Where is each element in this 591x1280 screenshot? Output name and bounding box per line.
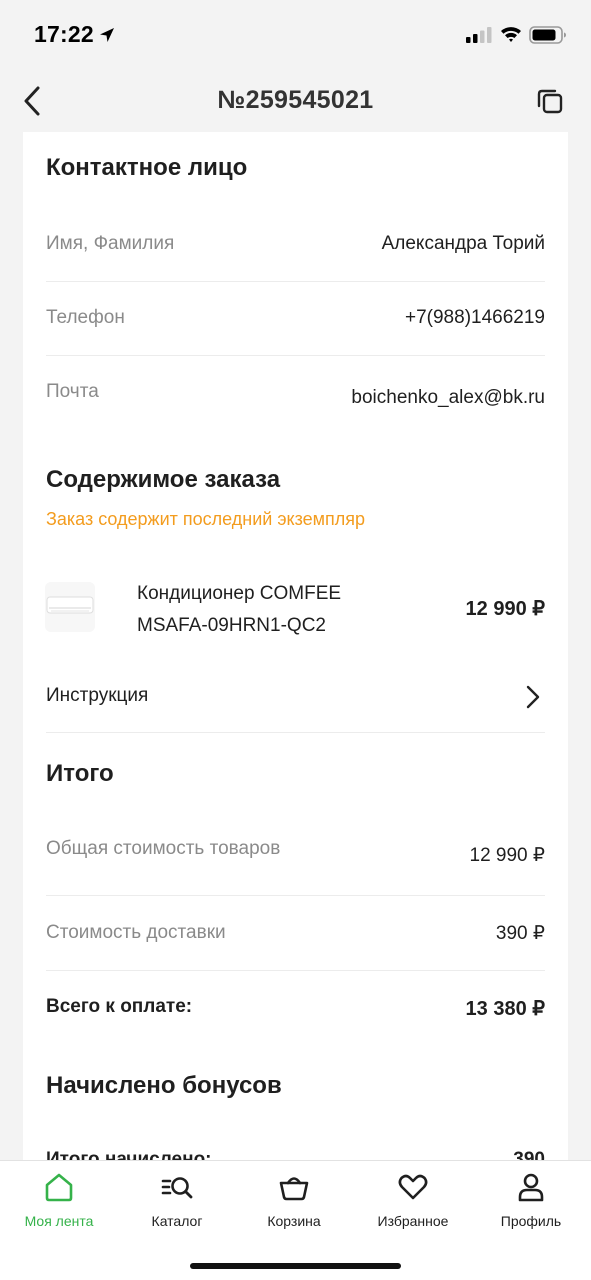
location-arrow-icon	[100, 28, 114, 42]
status-bar: 17:22	[0, 0, 591, 70]
row-value: Александра Торий	[381, 233, 545, 254]
instruction-link[interactable]: Инструкция	[46, 680, 545, 714]
row-value: +7(988)1466219	[405, 307, 545, 328]
tab-profile[interactable]: Профиль	[476, 1171, 586, 1237]
order-details-screen: 17:22 №259545021 Контактное лицо Имя, Фа…	[0, 0, 591, 1280]
tab-catalog[interactable]: Каталог	[122, 1171, 232, 1237]
contact-name-row: Имя, Фамилия Александра Торий	[46, 233, 545, 259]
product-name-line2: MSAFA-09HRN1-QC2	[137, 615, 326, 636]
goods-cost-row: Общая стоимость товаров 12 990 ₽	[46, 838, 545, 872]
divider	[46, 281, 545, 282]
row-label: Почта	[46, 381, 99, 402]
row-value: boichenko_alex@bk.ru	[351, 387, 545, 408]
totals-title: Итого	[46, 760, 114, 787]
home-indicator[interactable]	[190, 1263, 401, 1269]
row-label: Общая стоимость товаров	[46, 838, 281, 859]
tab-label: Моя лента	[24, 1213, 94, 1229]
order-details-card: Контактное лицо Имя, Фамилия Александра …	[23, 132, 568, 1172]
tab-my-feed[interactable]: Моя лента	[4, 1171, 114, 1237]
tab-label: Каталог	[151, 1213, 203, 1229]
home-icon	[45, 1173, 73, 1202]
row-label: Стоимость доставки	[46, 922, 226, 943]
wifi-icon	[501, 27, 521, 42]
status-time: 17:22	[34, 21, 94, 47]
order-number-title: №259545021	[217, 86, 374, 114]
divider	[46, 732, 545, 733]
chevron-right-icon	[526, 685, 540, 709]
row-label: Телефон	[46, 307, 125, 328]
tab-favorites[interactable]: Избранное	[358, 1171, 468, 1237]
bottom-tab-bar: Моя лента Каталог Корзина Избранное Проф…	[0, 1160, 591, 1280]
tab-label: Избранное	[377, 1213, 449, 1229]
divider	[46, 895, 545, 896]
product-name[interactable]: Кондиционер COMFEE MSAFA-09HRN1-QC2	[137, 578, 437, 642]
battery-icon	[529, 26, 566, 44]
basket-icon	[279, 1177, 309, 1201]
catalog-search-icon	[161, 1177, 193, 1199]
divider	[46, 970, 545, 971]
cellular-signal-icon	[466, 27, 492, 43]
bonuses-title: Начислено бонусов	[46, 1072, 282, 1099]
tab-cart[interactable]: Корзина	[239, 1171, 349, 1237]
last-item-warning: Заказ содержит последний экземпляр	[46, 509, 366, 529]
order-header: №259545021	[0, 70, 591, 132]
product-thumbnail[interactable]	[45, 582, 95, 632]
instruction-label: Инструкция	[46, 685, 149, 706]
copy-icon[interactable]	[535, 86, 565, 116]
total-value: 13 380 ₽	[465, 998, 545, 1020]
heart-icon	[398, 1174, 428, 1200]
profile-icon	[518, 1173, 544, 1202]
total-payment-row: Всего к оплате: 13 380 ₽	[46, 996, 545, 1022]
total-label: Всего к оплате:	[46, 996, 193, 1017]
order-contents-title: Содержимое заказа	[46, 466, 281, 493]
row-value: 390 ₽	[495, 923, 545, 944]
contact-section-title: Контактное лицо	[46, 154, 248, 181]
row-value: 12 990 ₽	[469, 845, 545, 866]
row-label: Имя, Фамилия	[46, 233, 175, 254]
contact-phone-row: Телефон +7(988)1466219	[46, 307, 545, 333]
product-price: 12 990 ₽	[465, 598, 545, 620]
delivery-cost-row: Стоимость доставки 390 ₽	[46, 922, 545, 948]
divider	[46, 355, 545, 356]
product-name-line1: Кондиционер COMFEE	[137, 583, 342, 604]
tab-label: Корзина	[267, 1213, 321, 1229]
contact-email-row: Почта boichenko_alex@bk.ru	[46, 381, 545, 415]
tab-label: Профиль	[500, 1213, 562, 1229]
